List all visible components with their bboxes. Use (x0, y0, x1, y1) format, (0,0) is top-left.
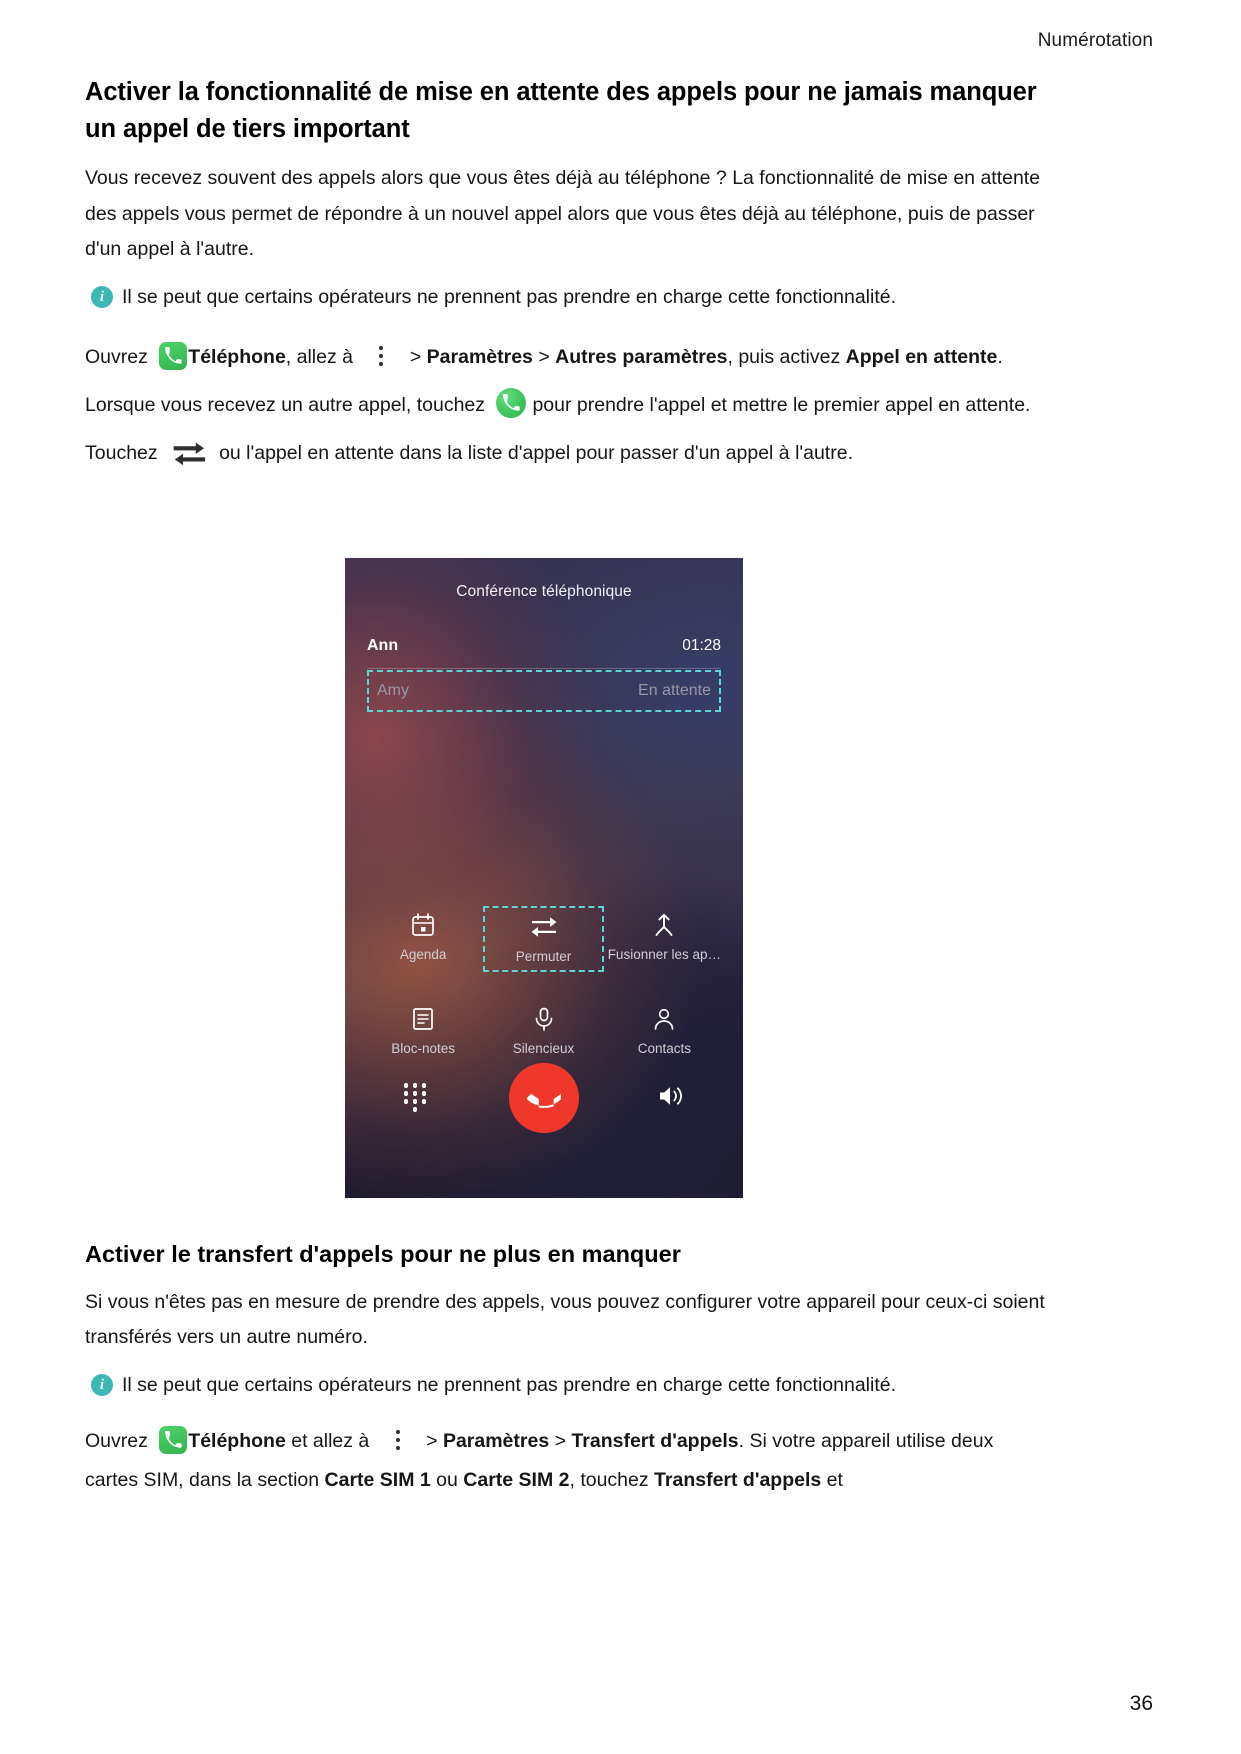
note-carrier-support-1: i Il se peut que certains opérateurs ne … (85, 280, 1157, 314)
phone-screenshot-figure: Conférence téléphonique Ann 01:28 Amy En… (345, 558, 743, 1198)
end-call-icon (526, 1094, 561, 1108)
phone-app-icon[interactable] (159, 1425, 188, 1454)
action-bloc-notes[interactable]: Bloc-notes (363, 1000, 483, 1062)
action-contacts[interactable]: Contacts (604, 1000, 725, 1062)
step-feature-label-a: Appel en (845, 346, 928, 369)
page-number: 36 (1129, 1692, 1153, 1715)
end-call-button[interactable] (508, 1063, 579, 1133)
section-1-steps: Ouvrez Téléphone, allez à > Paramètres >… (85, 334, 1050, 477)
note-text: Il se peut que certains opérateurs ne pr… (122, 285, 897, 308)
info-icon: i (91, 285, 113, 308)
step-settings-label: Paramètres (442, 1429, 550, 1452)
step-sim1-label: Carte SIM 1 (324, 1468, 431, 1491)
notepad-icon (410, 1006, 436, 1032)
action-label: Contacts (637, 1041, 691, 1056)
step-settings-label: Paramètres (426, 346, 533, 369)
step-text-goto: et allez à (291, 1429, 370, 1452)
step-forwarding-label: Transfert d'appels (571, 1429, 739, 1452)
step-text-touch: , touchez (569, 1468, 649, 1491)
answer-call-icon[interactable] (496, 387, 527, 418)
step-app-label: Téléphone (188, 1429, 286, 1452)
step-sep-2: > (538, 346, 550, 369)
section-call-forwarding: Activer le transfert d'appels pour ne pl… (85, 1238, 1157, 1500)
speaker-icon[interactable] (656, 1082, 686, 1115)
call-row-held[interactable]: Amy En attente (367, 670, 721, 712)
call-timer: 01:28 (682, 636, 721, 654)
section-1-paragraph: Vous recevez souvent des appels alors qu… (85, 167, 1041, 261)
step-text-switch: ou l'appel en attente dans la liste d'ap… (219, 441, 853, 464)
action-label: Fusionner les ap… (607, 947, 721, 962)
keypad-icon[interactable] (402, 1081, 432, 1115)
action-label: Permuter (515, 949, 572, 964)
step-text-and: et (826, 1468, 843, 1491)
swap-calls-icon[interactable] (171, 438, 211, 466)
caller-name: Ann (367, 636, 399, 654)
step-text-open: Ouvrez (85, 1429, 148, 1452)
overflow-menu-icon[interactable] (368, 342, 394, 370)
step-text-goto: , allez à (285, 346, 353, 369)
note-text: Il se peut que certains opérateurs ne pr… (122, 1373, 897, 1396)
action-label: Silencieux (512, 1041, 575, 1056)
action-permuter[interactable]: Permuter (483, 906, 604, 972)
section-2-steps: Ouvrez Téléphone et allez à > Paramètres… (85, 1422, 1050, 1500)
section-2-title: Activer le transfert d'appels pour ne pl… (85, 1241, 681, 1267)
action-fusionner[interactable]: Fusionner les ap… (604, 906, 725, 972)
step-sep-1: > (409, 346, 422, 369)
running-header: Numérotation (1037, 30, 1153, 51)
phone-app-icon[interactable] (159, 341, 188, 370)
step-sep-2: > (554, 1429, 566, 1452)
overflow-menu-icon[interactable] (385, 1426, 411, 1454)
step-other-settings-label: Autres paramètres (555, 346, 728, 369)
step-text-activate: , puis activez (727, 346, 841, 369)
call-bottom-bar (363, 1063, 725, 1133)
merge-call-icon (651, 912, 677, 938)
step-sim2-label: Carte SIM 2 (463, 1468, 570, 1491)
step-forwarding-label-2: Transfert d'appels (654, 1468, 822, 1491)
action-label: Bloc-notes (391, 1041, 456, 1056)
document-page: Numérotation Activer la fonctionnalité d… (0, 0, 1241, 1754)
step-app-label: Téléphone (188, 346, 286, 369)
info-icon: i (91, 1373, 113, 1396)
note-carrier-support-2: i Il se peut que certains opérateurs ne … (85, 1368, 1157, 1402)
call-actions-grid: Agenda Permuter Fusionner les ap… Bloc-n… (363, 906, 725, 1062)
step-feature-label-b: attente (933, 346, 998, 369)
call-row-active[interactable]: Ann 01:28 (367, 623, 721, 669)
section-2-paragraph: Si vous n'êtes pas en mesure de prendre … (85, 1290, 1045, 1349)
call-screen-title: Conférence téléphonique (456, 583, 632, 600)
section-1-title: Activer la fonctionnalité de mise en att… (85, 78, 1037, 143)
call-hold-status: En attente (638, 682, 711, 699)
calendar-icon (410, 912, 436, 938)
phone-call-screen: Conférence téléphonique Ann 01:28 Amy En… (345, 558, 743, 1198)
microphone-icon (531, 1006, 557, 1032)
section-call-waiting: Activer la fonctionnalité de mise en att… (85, 74, 1157, 477)
action-agenda[interactable]: Agenda (363, 906, 483, 972)
action-silencieux[interactable]: Silencieux (483, 1000, 603, 1062)
step-sep-1: > (426, 1429, 438, 1452)
swap-icon (529, 914, 559, 940)
action-label: Agenda (399, 947, 447, 962)
caller-name: Amy (377, 682, 409, 699)
step-text-or: ou (436, 1468, 458, 1491)
step-text-open: Ouvrez (85, 346, 148, 369)
contacts-icon (651, 1006, 677, 1032)
